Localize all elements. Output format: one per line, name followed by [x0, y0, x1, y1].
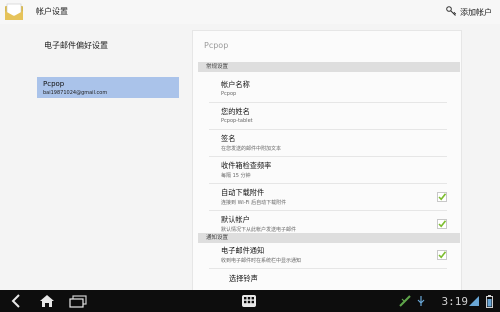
- default-account-checkbox[interactable]: [437, 219, 447, 229]
- divider: [209, 156, 447, 157]
- setting-check-frequency[interactable]: 收件箱检查频率 每隔 15 分钟: [193, 161, 461, 185]
- setting-subtitle: 每隔 15 分钟: [221, 173, 251, 179]
- email-preferences-header[interactable]: 电子邮件偏好设置: [44, 40, 108, 51]
- setting-title: 您的姓名: [221, 107, 250, 116]
- check-icon: [438, 193, 446, 201]
- panel-title: Pcpop: [204, 41, 229, 50]
- system-nav-bar: 3:19: [0, 290, 500, 312]
- battery-icon: [484, 293, 494, 309]
- section-notifications: 通知设置: [198, 233, 460, 243]
- usb-debug-icon: [398, 293, 412, 309]
- setting-subtitle: 收到电子邮件时在系统栏中显示通知: [221, 258, 302, 264]
- setting-title: 帐户名称: [221, 80, 250, 89]
- account-email: bai19871024@gmail.com: [43, 90, 108, 96]
- setting-email-notifications[interactable]: 电子邮件通知 收到电子邮件时在系统栏中显示通知: [193, 246, 461, 270]
- email-notifications-checkbox[interactable]: [437, 250, 447, 260]
- setting-select-ringtone[interactable]: 选择铃声: [193, 274, 461, 288]
- wifi-icon: [468, 293, 480, 309]
- back-icon[interactable]: [8, 293, 24, 309]
- section-general: 常规设置: [198, 62, 460, 72]
- check-icon: [438, 251, 446, 259]
- setting-subtitle: Pcpop-tablet: [221, 118, 253, 124]
- status-clock: 3:19: [441, 295, 469, 308]
- setting-your-name[interactable]: 您的姓名 Pcpop-tablet: [193, 107, 461, 131]
- auto-download-checkbox[interactable]: [437, 192, 447, 202]
- email-app-icon[interactable]: [4, 3, 24, 21]
- page-title: 帐户设置: [36, 7, 68, 16]
- setting-title: 默认帐户: [221, 215, 250, 224]
- action-bar: 帐户设置 添加帐户: [0, 0, 500, 25]
- divider: [209, 129, 447, 130]
- setting-subtitle: 默认情况下从此帐户发送电子邮件: [221, 227, 297, 233]
- setting-title: 电子邮件通知: [221, 246, 265, 255]
- home-icon[interactable]: [38, 293, 56, 309]
- settings-panel: Pcpop 常规设置 帐户名称 Pcpop 您的姓名 Pcpop-tablet …: [192, 30, 462, 292]
- setting-subtitle: 在您发送的邮件中附加文本: [221, 146, 282, 152]
- setting-title: 签名: [221, 134, 236, 143]
- divider: [209, 102, 447, 103]
- usb-icon: [416, 293, 426, 309]
- setting-subtitle: Pcpop: [221, 91, 237, 97]
- check-icon: [438, 220, 446, 228]
- key-icon: [446, 5, 457, 19]
- add-account-button[interactable]: 添加帐户: [446, 4, 492, 20]
- setting-account-name[interactable]: 帐户名称 Pcpop: [193, 80, 461, 104]
- divider: [209, 268, 447, 269]
- setting-signature[interactable]: 签名 在您发送的邮件中附加文本: [193, 134, 461, 158]
- divider: [209, 210, 447, 211]
- recent-apps-icon[interactable]: [68, 293, 88, 309]
- setting-auto-download[interactable]: 自动下载附件 连接到 Wi-Fi 后自动下载附件: [193, 188, 461, 212]
- app-grid-icon[interactable]: [240, 293, 258, 309]
- account-list-pane: 电子邮件偏好设置 Pcpop bai19871024@gmail.com: [0, 24, 180, 290]
- settings-pane: Pcpop 常规设置 帐户名称 Pcpop 您的姓名 Pcpop-tablet …: [180, 24, 500, 292]
- account-item-selected[interactable]: Pcpop bai19871024@gmail.com: [37, 77, 179, 98]
- add-account-label: 添加帐户: [460, 7, 492, 17]
- setting-title: 选择铃声: [229, 274, 258, 283]
- setting-title: 自动下载附件: [221, 188, 265, 197]
- account-name: Pcpop: [43, 80, 65, 88]
- setting-title: 收件箱检查频率: [221, 161, 272, 170]
- setting-subtitle: 连接到 Wi-Fi 后自动下载附件: [221, 200, 287, 206]
- divider: [209, 183, 447, 184]
